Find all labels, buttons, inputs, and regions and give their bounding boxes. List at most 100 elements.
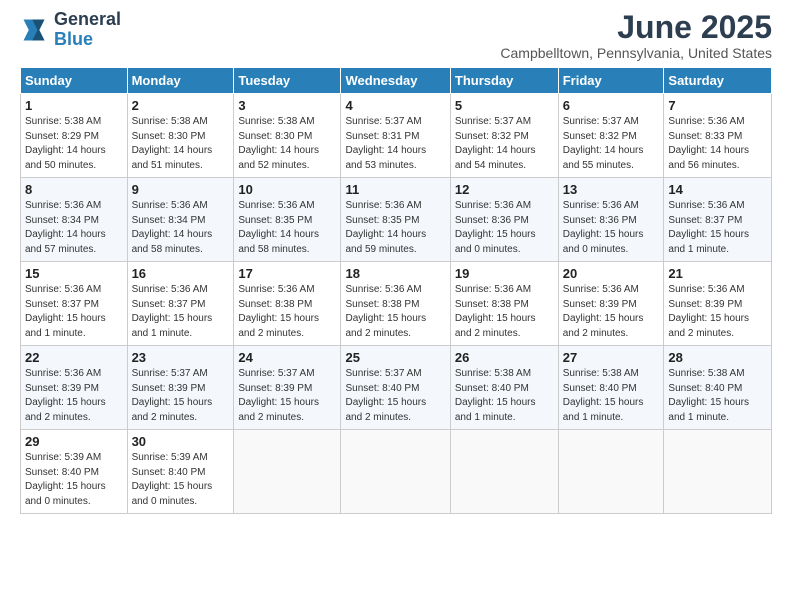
day-info: Sunrise: 5:38 AMSunset: 8:40 PMDaylight:… [668, 367, 767, 425]
logo-blue: Blue [54, 30, 121, 50]
day-info: Sunrise: 5:36 AMSunset: 8:38 PMDaylight:… [238, 283, 336, 341]
page: General Blue June 2025 Campbelltown, Pen… [0, 0, 792, 612]
day-info: Sunrise: 5:37 AMSunset: 8:39 PMDaylight:… [238, 367, 336, 425]
calendar-cell: 9 Sunrise: 5:36 AMSunset: 8:34 PMDaylight… [127, 178, 234, 262]
day-info: Sunrise: 5:36 AMSunset: 8:37 PMDaylight:… [25, 283, 123, 341]
day-number: 2 [132, 98, 230, 113]
calendar-cell [234, 430, 341, 514]
day-number: 7 [668, 98, 767, 113]
calendar-body: 1Sunrise: 5:38 AMSunset: 8:29 PMDaylight… [21, 94, 772, 514]
day-info: Sunrise: 5:36 AMSunset: 8:35 PMDaylight:… [345, 199, 445, 257]
calendar-cell: 2 Sunrise: 5:38 AMSunset: 8:30 PMDaylight… [127, 94, 234, 178]
calendar-cell: 14Sunrise: 5:36 AMSunset: 8:37 PMDayligh… [664, 178, 772, 262]
day-info: Sunrise: 5:36 AMSunset: 8:37 PMDaylight:… [132, 283, 230, 341]
calendar-cell: 23Sunrise: 5:37 AMSunset: 8:39 PMDayligh… [127, 346, 234, 430]
weekday-header: Thursday [450, 68, 558, 94]
weekday-header: Saturday [664, 68, 772, 94]
title-block: June 2025 Campbelltown, Pennsylvania, Un… [500, 10, 772, 61]
day-info: Sunrise: 5:37 AMSunset: 8:31 PMDaylight:… [345, 115, 445, 173]
calendar-cell: 26 Sunrise: 5:38 AMSunset: 8:40 PMDayligh… [450, 346, 558, 430]
calendar-cell: 25Sunrise: 5:37 AMSunset: 8:40 PMDayligh… [341, 346, 450, 430]
day-number: 10 [238, 182, 336, 197]
calendar-week: 8 Sunrise: 5:36 AMSunset: 8:34 PMDaylight… [21, 178, 772, 262]
day-info: Sunrise: 5:36 AMSunset: 8:34 PMDaylight:… [25, 199, 123, 257]
day-info: Sunrise: 5:36 AMSunset: 8:38 PMDaylight:… [455, 283, 554, 341]
calendar-week: 15Sunrise: 5:36 AMSunset: 8:37 PMDayligh… [21, 262, 772, 346]
day-number: 5 [455, 98, 554, 113]
day-number: 27 [563, 350, 660, 365]
day-number: 24 [238, 350, 336, 365]
day-number: 19 [455, 266, 554, 281]
day-number: 25 [345, 350, 445, 365]
calendar-cell: 28 Sunrise: 5:38 AMSunset: 8:40 PMDayligh… [664, 346, 772, 430]
calendar-cell [664, 430, 772, 514]
day-info: Sunrise: 5:37 AMSunset: 8:32 PMDaylight:… [455, 115, 554, 173]
calendar-cell: 12 Sunrise: 5:36 AMSunset: 8:36 PMDayligh… [450, 178, 558, 262]
calendar-cell: 15Sunrise: 5:36 AMSunset: 8:37 PMDayligh… [21, 262, 128, 346]
calendar-cell: 18Sunrise: 5:36 AMSunset: 8:38 PMDayligh… [341, 262, 450, 346]
calendar: SundayMondayTuesdayWednesdayThursdayFrid… [20, 67, 772, 514]
day-number: 30 [132, 434, 230, 449]
weekday-header: Friday [558, 68, 664, 94]
day-info: Sunrise: 5:36 AMSunset: 8:39 PMDaylight:… [25, 367, 123, 425]
day-info: Sunrise: 5:36 AMSunset: 8:33 PMDaylight:… [668, 115, 767, 173]
calendar-cell [341, 430, 450, 514]
day-number: 9 [132, 182, 230, 197]
day-info: Sunrise: 5:36 AMSunset: 8:39 PMDaylight:… [668, 283, 767, 341]
calendar-week: 22 Sunrise: 5:36 AMSunset: 8:39 PMDayligh… [21, 346, 772, 430]
calendar-cell: 22 Sunrise: 5:36 AMSunset: 8:39 PMDayligh… [21, 346, 128, 430]
weekday-header: Monday [127, 68, 234, 94]
day-info: Sunrise: 5:36 AMSunset: 8:34 PMDaylight:… [132, 199, 230, 257]
calendar-week: 1Sunrise: 5:38 AMSunset: 8:29 PMDaylight… [21, 94, 772, 178]
day-info: Sunrise: 5:36 AMSunset: 8:36 PMDaylight:… [455, 199, 554, 257]
logo-general: General [54, 10, 121, 30]
day-number: 21 [668, 266, 767, 281]
day-number: 11 [345, 182, 445, 197]
day-info: Sunrise: 5:39 AMSunset: 8:40 PMDaylight:… [25, 451, 123, 509]
weekday-header: Tuesday [234, 68, 341, 94]
weekday-header: Wednesday [341, 68, 450, 94]
day-info: Sunrise: 5:36 AMSunset: 8:36 PMDaylight:… [563, 199, 660, 257]
calendar-cell: 29 Sunrise: 5:39 AMSunset: 8:40 PMDayligh… [21, 430, 128, 514]
day-info: Sunrise: 5:36 AMSunset: 8:39 PMDaylight:… [563, 283, 660, 341]
calendar-week: 29 Sunrise: 5:39 AMSunset: 8:40 PMDayligh… [21, 430, 772, 514]
logo-icon [20, 16, 48, 44]
calendar-cell: 5 Sunrise: 5:37 AMSunset: 8:32 PMDaylight… [450, 94, 558, 178]
day-number: 20 [563, 266, 660, 281]
day-number: 8 [25, 182, 123, 197]
day-info: Sunrise: 5:38 AMSunset: 8:40 PMDaylight:… [455, 367, 554, 425]
day-number: 12 [455, 182, 554, 197]
calendar-cell: 11 Sunrise: 5:36 AMSunset: 8:35 PMDayligh… [341, 178, 450, 262]
day-number: 26 [455, 350, 554, 365]
calendar-cell: 13 Sunrise: 5:36 AMSunset: 8:36 PMDayligh… [558, 178, 664, 262]
day-number: 16 [132, 266, 230, 281]
day-number: 3 [238, 98, 336, 113]
calendar-cell: 16 Sunrise: 5:36 AMSunset: 8:37 PMDayligh… [127, 262, 234, 346]
day-number: 14 [668, 182, 767, 197]
day-number: 29 [25, 434, 123, 449]
calendar-cell: 30Sunrise: 5:39 AMSunset: 8:40 PMDayligh… [127, 430, 234, 514]
day-number: 28 [668, 350, 767, 365]
weekday-header: Sunday [21, 68, 128, 94]
day-info: Sunrise: 5:38 AMSunset: 8:30 PMDaylight:… [132, 115, 230, 173]
calendar-cell: 27Sunrise: 5:38 AMSunset: 8:40 PMDayligh… [558, 346, 664, 430]
calendar-cell: 6Sunrise: 5:37 AMSunset: 8:32 PMDaylight… [558, 94, 664, 178]
logo: General Blue [20, 10, 121, 50]
calendar-header: SundayMondayTuesdayWednesdayThursdayFrid… [21, 68, 772, 94]
calendar-cell: 10Sunrise: 5:36 AMSunset: 8:35 PMDayligh… [234, 178, 341, 262]
day-number: 13 [563, 182, 660, 197]
day-number: 22 [25, 350, 123, 365]
calendar-cell [450, 430, 558, 514]
calendar-cell: 19 Sunrise: 5:36 AMSunset: 8:38 PMDayligh… [450, 262, 558, 346]
calendar-cell: 21 Sunrise: 5:36 AMSunset: 8:39 PMDayligh… [664, 262, 772, 346]
day-number: 4 [345, 98, 445, 113]
calendar-cell: 1Sunrise: 5:38 AMSunset: 8:29 PMDaylight… [21, 94, 128, 178]
day-info: Sunrise: 5:37 AMSunset: 8:32 PMDaylight:… [563, 115, 660, 173]
day-info: Sunrise: 5:37 AMSunset: 8:39 PMDaylight:… [132, 367, 230, 425]
day-number: 1 [25, 98, 123, 113]
calendar-cell: 3Sunrise: 5:38 AMSunset: 8:30 PMDaylight… [234, 94, 341, 178]
day-number: 18 [345, 266, 445, 281]
month-title: June 2025 [500, 10, 772, 45]
header: General Blue June 2025 Campbelltown, Pen… [20, 10, 772, 61]
weekday-row: SundayMondayTuesdayWednesdayThursdayFrid… [21, 68, 772, 94]
